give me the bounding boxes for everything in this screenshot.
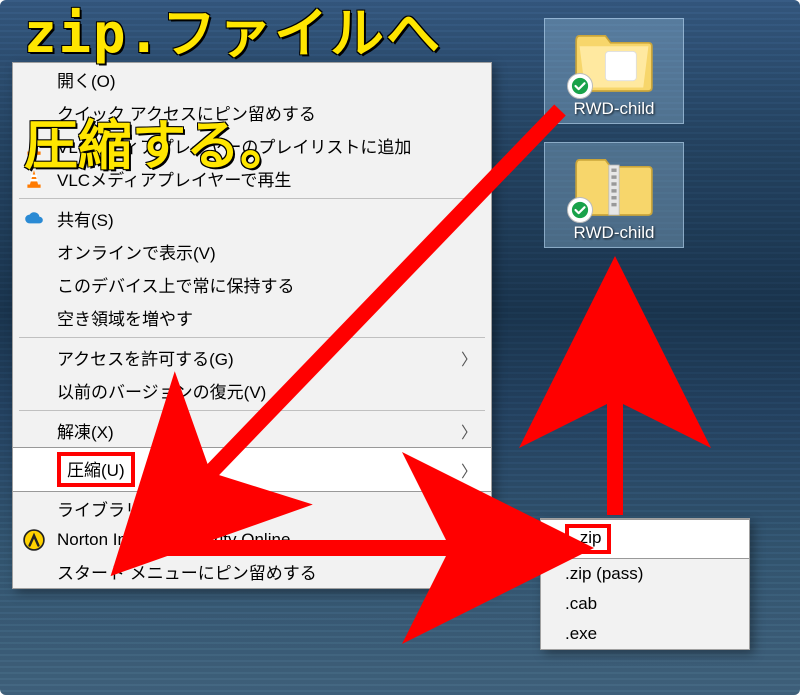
menu-label: Norton Internet Security Online	[57, 530, 290, 550]
submenu-zip[interactable]: .zip	[541, 519, 749, 559]
menu-label: このデバイス上で常に保持する	[57, 272, 295, 297]
chevron-right-icon: 〉	[461, 497, 477, 521]
submenu-cab[interactable]: .cab	[541, 589, 749, 619]
menu-label: VLCメディアプレイヤーで再生	[57, 166, 291, 191]
menu-restore-previous[interactable]: 以前のバージョンの復元(V)	[13, 374, 491, 407]
menu-label: 圧縮(U)	[57, 452, 135, 487]
submenu-zip-pass[interactable]: .zip (pass)	[541, 559, 749, 589]
menu-label: 空き領域を増やす	[57, 305, 193, 330]
menu-pin-quick-access[interactable]: クイック アクセスにピン留めする	[13, 96, 491, 129]
menu-vlc-add-playlist[interactable]: VLCメディアプレイヤーのプレイリストに追加	[13, 129, 491, 162]
menu-label: オンラインで表示(V)	[57, 239, 216, 264]
menu-add-to-library[interactable]: ライブラリに追加(I) 〉	[13, 492, 491, 525]
menu-pin-start[interactable]: スタート メニューにピン留めする	[13, 555, 491, 588]
menu-separator	[19, 198, 485, 199]
submenu-label: .zip	[565, 524, 611, 554]
chevron-right-icon: 〉	[461, 528, 477, 552]
desktop-zip-rwd-child[interactable]: RWD-child	[544, 142, 684, 248]
sync-status-icon	[567, 73, 593, 99]
desktop-icon-label: RWD-child	[574, 99, 655, 119]
menu-label: スタート メニューにピン留めする	[57, 559, 317, 584]
menu-label: クイック アクセスにピン留めする	[57, 100, 316, 125]
zip-folder-icon	[571, 149, 657, 219]
menu-label: アクセスを許可する(G)	[57, 345, 234, 370]
menu-share[interactable]: 共有(S)	[13, 202, 491, 235]
folder-icon	[571, 25, 657, 95]
menu-compress[interactable]: 圧縮(U) 〉	[13, 447, 491, 492]
chevron-right-icon: 〉	[461, 419, 477, 443]
menu-label: ライブラリに追加(I)	[57, 496, 209, 521]
menu-label: 開く(O)	[57, 67, 116, 92]
menu-extract[interactable]: 解凍(X) 〉	[13, 414, 491, 447]
menu-separator	[19, 337, 485, 338]
vlc-icon	[23, 135, 45, 157]
submenu-label: .zip (pass)	[565, 564, 643, 584]
submenu-label: .cab	[565, 594, 597, 614]
submenu-label: .exe	[565, 624, 597, 644]
menu-open[interactable]: 開く(O)	[13, 63, 491, 96]
menu-view-online[interactable]: オンラインで表示(V)	[13, 235, 491, 268]
menu-vlc-play[interactable]: VLCメディアプレイヤーで再生	[13, 162, 491, 195]
compress-submenu: .zip .zip (pass) .cab .exe	[540, 518, 750, 650]
annotation-text-line1: zip.ファイルへ	[24, 6, 442, 63]
vlc-icon	[23, 168, 45, 190]
chevron-right-icon: 〉	[461, 458, 477, 482]
submenu-exe[interactable]: .exe	[541, 619, 749, 649]
desktop-background: RWD-child RWD-child	[0, 0, 800, 695]
menu-label: 解凍(X)	[57, 418, 114, 443]
menu-norton[interactable]: Norton Internet Security Online 〉	[13, 525, 491, 555]
menu-label: 共有(S)	[57, 206, 114, 231]
cloud-icon	[23, 208, 45, 230]
desktop-icon-label: RWD-child	[574, 223, 655, 243]
sync-status-icon	[567, 197, 593, 223]
menu-label: VLCメディアプレイヤーのプレイリストに追加	[57, 133, 411, 158]
menu-label: 以前のバージョンの復元(V)	[57, 378, 266, 403]
menu-always-keep[interactable]: このデバイス上で常に保持する	[13, 268, 491, 301]
menu-give-access[interactable]: アクセスを許可する(G) 〉	[13, 341, 491, 374]
menu-separator	[19, 410, 485, 411]
desktop-folder-rwd-child[interactable]: RWD-child	[544, 18, 684, 124]
desktop-icon-column: RWD-child RWD-child	[544, 18, 684, 248]
chevron-right-icon: 〉	[461, 346, 477, 370]
menu-free-space[interactable]: 空き領域を増やす	[13, 301, 491, 334]
norton-icon	[23, 529, 45, 551]
context-menu: 開く(O) クイック アクセスにピン留めする VLCメディアプレイヤーのプレイリ…	[12, 62, 492, 589]
